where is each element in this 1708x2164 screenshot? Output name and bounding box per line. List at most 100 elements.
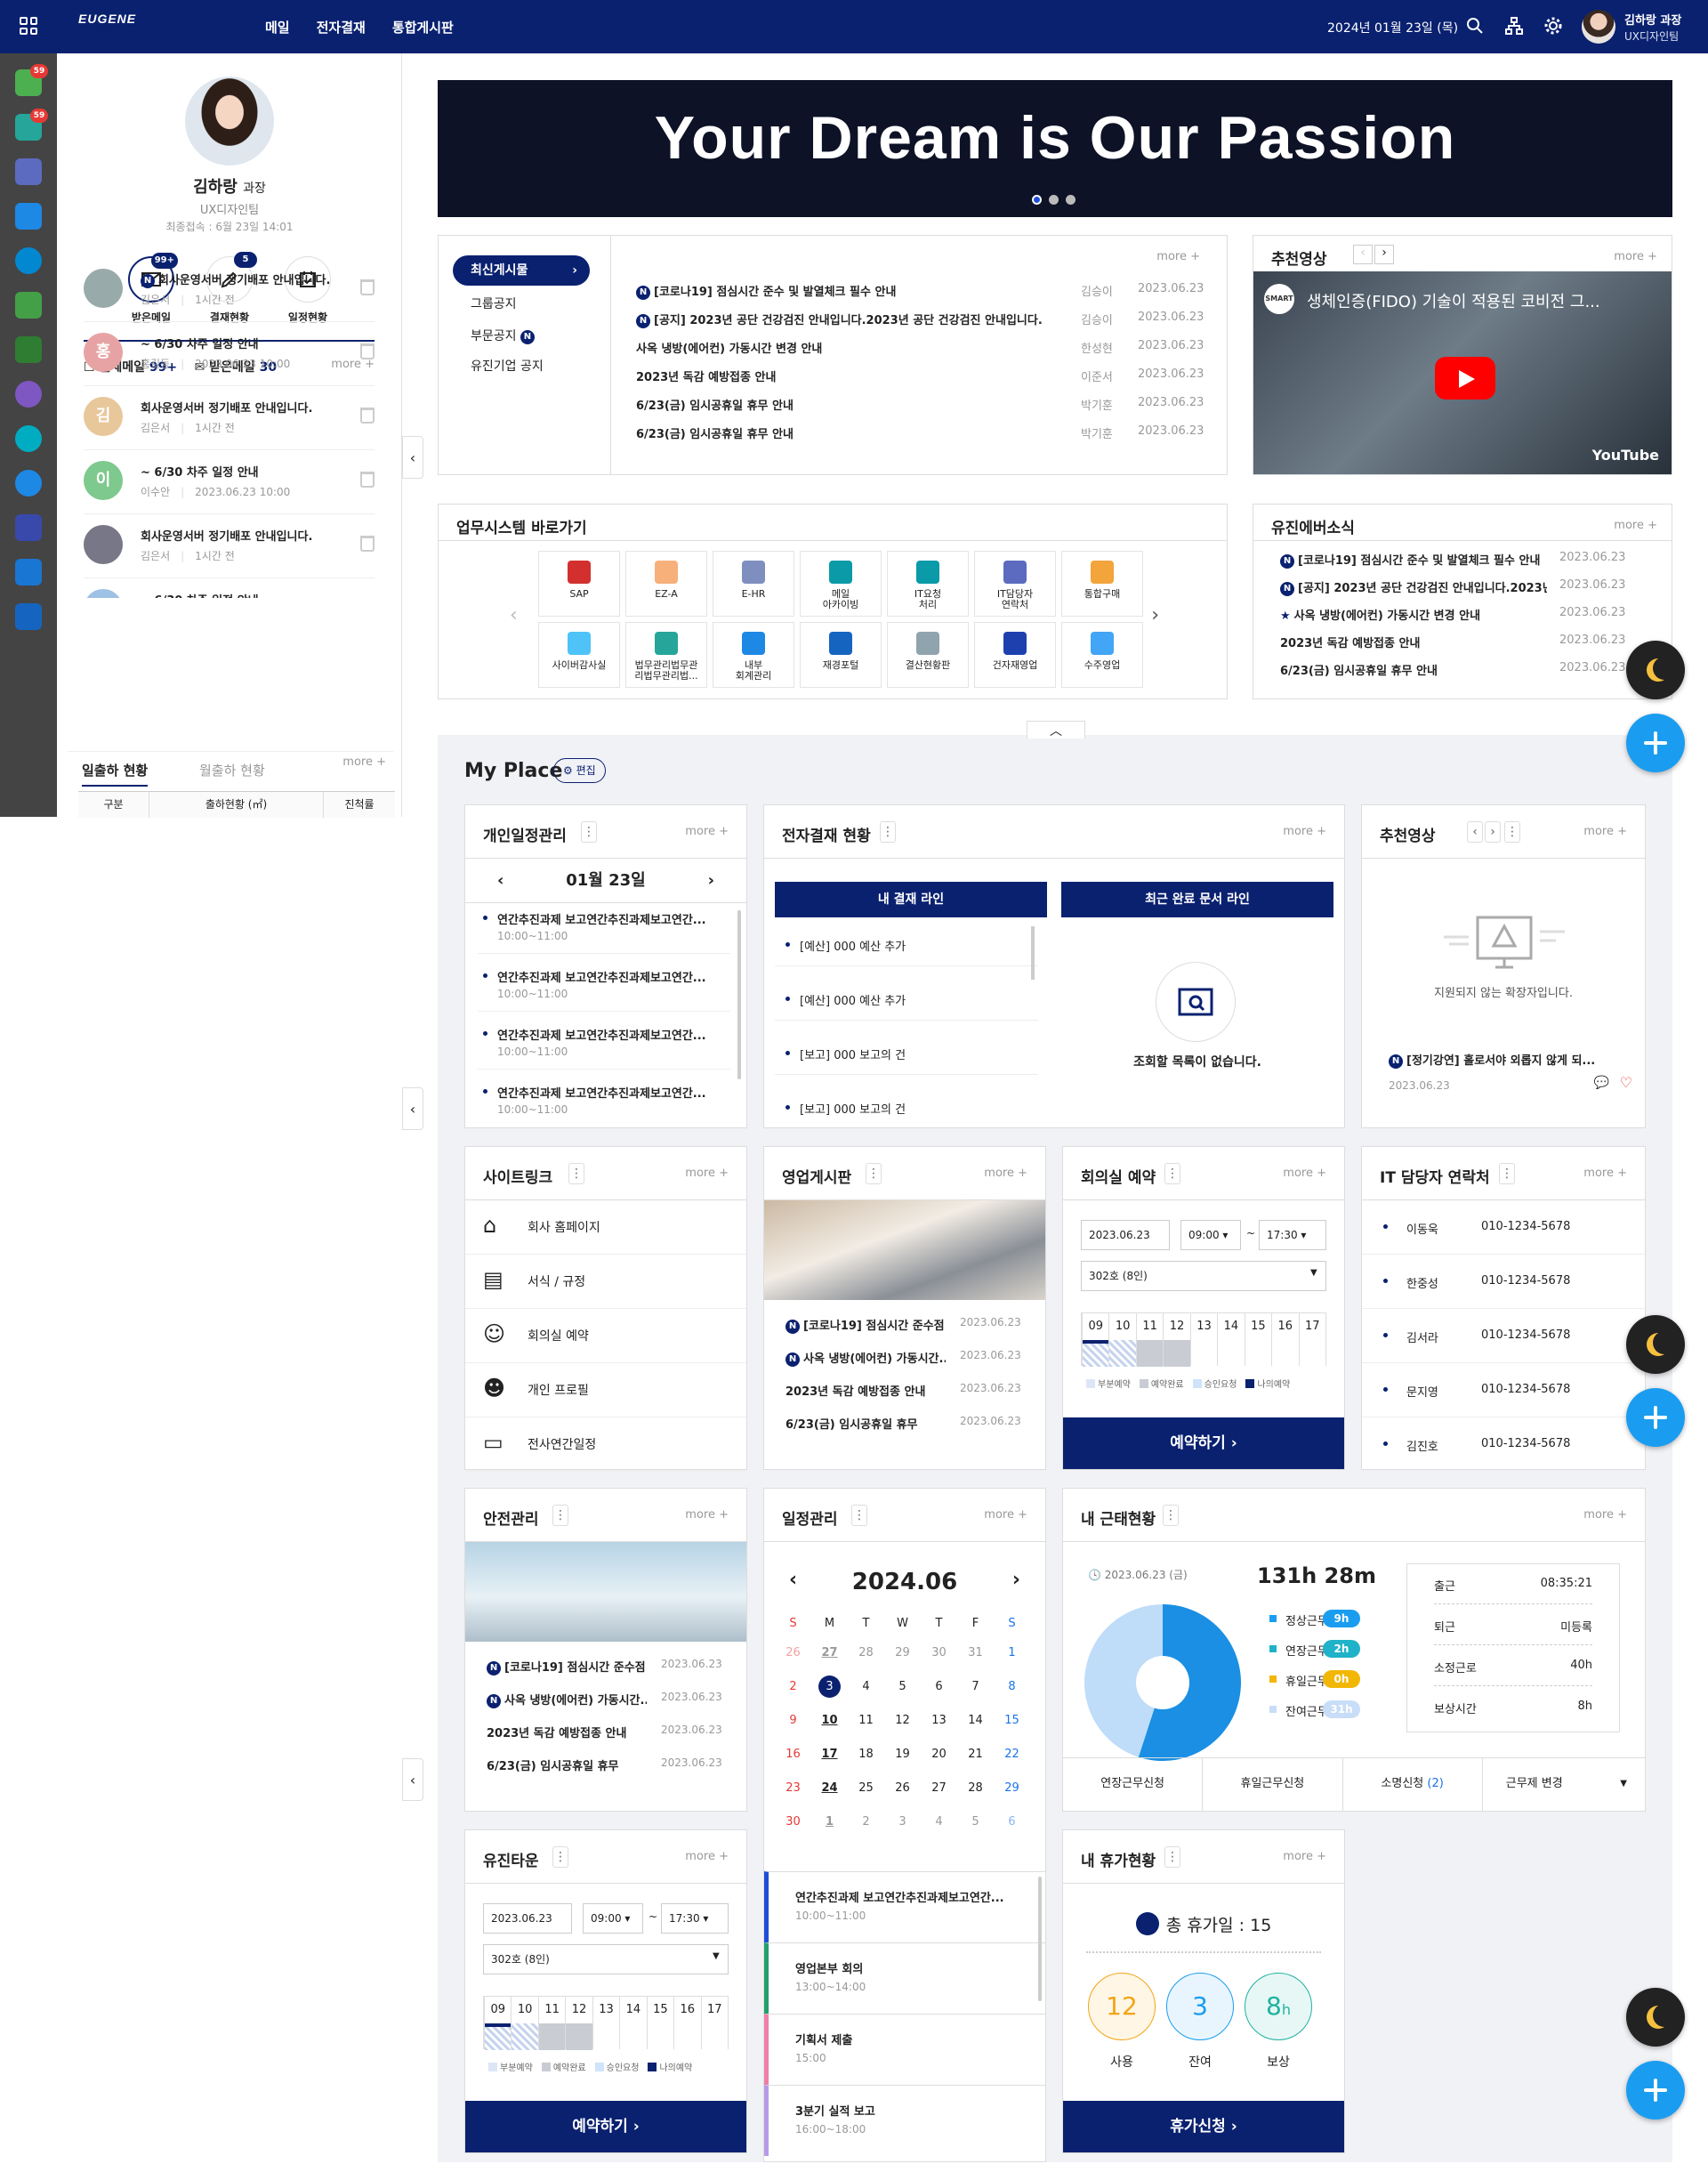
system-shortcut[interactable]: EZ-A: [625, 551, 707, 617]
card-more-link[interactable]: more +: [984, 1508, 1027, 1522]
scrollbar[interactable]: [737, 910, 741, 1079]
add-widget-button[interactable]: [1626, 2061, 1685, 2120]
calendar-day[interactable]: 28: [855, 1642, 877, 1664]
tab-recent-complete[interactable]: 최근 완료 문서 라인: [1061, 882, 1333, 917]
post-row[interactable]: 6/23(금) 임시공휴일 휴무: [487, 1756, 647, 1773]
post-row[interactable]: N 사옥 냉방(에어컨) 가동시간...: [487, 1691, 647, 1708]
calendar-day[interactable]: 6: [1001, 1811, 1023, 1833]
system-shortcut[interactable]: 법무관리법무관 리법무관리법...: [625, 622, 707, 688]
scrollbar[interactable]: [1038, 1877, 1042, 2001]
dark-mode-toggle[interactable]: [1626, 641, 1685, 699]
system-shortcut[interactable]: SAP: [538, 551, 620, 617]
news-row[interactable]: 2023년 독감 예방접종 안내: [1280, 634, 1547, 650]
hour-slot[interactable]: 13: [592, 1997, 620, 2050]
panel-collapse-button[interactable]: ‹: [402, 436, 423, 479]
system-shortcut[interactable]: 사이버감사실: [538, 622, 620, 688]
calendar-day[interactable]: 5: [891, 1675, 914, 1698]
post-row[interactable]: 2023년 독감 예방접종 안내: [786, 1382, 946, 1399]
kebab-menu-icon[interactable]: ⋮: [1499, 1163, 1515, 1184]
play-icon[interactable]: [1435, 357, 1495, 400]
calendar-day[interactable]: 12: [891, 1709, 914, 1732]
calendar-day[interactable]: 3: [891, 1811, 914, 1833]
hour-slot[interactable]: 11: [537, 1997, 566, 2050]
hour-slot[interactable]: 17: [1298, 1313, 1325, 1367]
chart-icon[interactable]: [15, 247, 42, 274]
date-input[interactable]: 2023.06.23: [483, 1903, 572, 1934]
comment-icon[interactable]: 💬: [1594, 1076, 1609, 1090]
heart-icon[interactable]: ♡: [1620, 1074, 1632, 1091]
hour-slot[interactable]: 16: [1271, 1313, 1299, 1367]
card-more-link[interactable]: more +: [984, 1167, 1027, 1180]
calendar-day[interactable]: 11: [855, 1709, 877, 1732]
hero-banner[interactable]: Your Dream is Our Passion: [438, 80, 1672, 217]
kebab-menu-icon[interactable]: ⋮: [880, 821, 896, 843]
trash-icon[interactable]: [360, 279, 375, 295]
calendar-day[interactable]: 9: [782, 1709, 804, 1732]
hour-slot[interactable]: 09: [1082, 1313, 1109, 1367]
leave-request-button[interactable]: 휴가신청 ›: [1063, 2101, 1344, 2152]
banner-dot[interactable]: [1049, 195, 1059, 205]
system-shortcut[interactable]: 결산현황판: [887, 622, 969, 688]
add-widget-button[interactable]: [1626, 714, 1685, 772]
news-row[interactable]: N [코로나19] 점심시간 준수 및 발열체크 필수 안내: [1280, 551, 1547, 569]
end-time-select[interactable]: 17:30 ▾: [661, 1903, 729, 1934]
user-avatar[interactable]: [1582, 10, 1615, 44]
contact-row[interactable]: 한중성 010-1234-5678: [1362, 1255, 1645, 1309]
calendar-day[interactable]: 20: [928, 1743, 950, 1765]
card-more-link[interactable]: more +: [685, 1850, 729, 1863]
prev-button[interactable]: ‹: [1353, 245, 1373, 264]
news-more-link[interactable]: more +: [1614, 519, 1657, 532]
calendar-day[interactable]: 29: [891, 1642, 914, 1664]
calendar-day[interactable]: 18: [855, 1743, 877, 1765]
post-row[interactable]: 6/23(금) 임시공휴일 휴무: [786, 1415, 946, 1432]
post-row[interactable]: 2023년 독감 예방접종 안내: [487, 1724, 647, 1740]
folder-icon[interactable]: [15, 559, 42, 585]
kebab-menu-icon[interactable]: ⋮: [1164, 1846, 1180, 1868]
mail-item[interactable]: N 회사운영서버 정기배포 안내입니다. 김은서 | 1시간 전: [84, 258, 375, 322]
dark-mode-toggle[interactable]: [1626, 1315, 1685, 1374]
calendar-day[interactable]: 8: [1001, 1675, 1023, 1698]
org-chart-icon[interactable]: [1503, 15, 1525, 36]
calendar-day[interactable]: 5: [964, 1811, 987, 1833]
sitelink-item[interactable]: ☻ 개인 프로필: [465, 1363, 746, 1417]
report-icon[interactable]: [15, 336, 42, 363]
system-shortcut[interactable]: IT요청 처리: [887, 551, 969, 617]
calendar-day[interactable]: 22: [1001, 1743, 1023, 1765]
approval-item[interactable]: [보고] 000 보고의 건: [800, 1100, 906, 1117]
card-more-link[interactable]: more +: [1283, 1850, 1326, 1863]
system-shortcut[interactable]: 재경포털: [800, 622, 882, 688]
kebab-menu-icon[interactable]: ⋮: [568, 1163, 584, 1184]
kebab-menu-icon[interactable]: ⋮: [866, 1163, 882, 1184]
calendar-day[interactable]: 3: [818, 1675, 841, 1698]
trash-icon[interactable]: [360, 408, 375, 424]
mail-item-partial[interactable]: ~ 6/30 차주 일정 안내: [84, 578, 375, 598]
community-icon[interactable]: [15, 381, 42, 408]
event-item[interactable]: 기획서 제출 15:00: [764, 2014, 1045, 2085]
calendar-day[interactable]: 19: [891, 1743, 914, 1765]
hour-slot[interactable]: 10: [1108, 1313, 1136, 1367]
side-collapse-button-3[interactable]: ‹: [402, 1758, 423, 1801]
end-time-select[interactable]: 17:30 ▾: [1259, 1220, 1326, 1250]
room-select[interactable]: 302호 (8인): [1081, 1261, 1326, 1291]
sitelink-item[interactable]: ▤ 서식 / 규정: [465, 1255, 746, 1309]
card-more-link[interactable]: more +: [1583, 1508, 1627, 1522]
hour-slot[interactable]: 14: [1217, 1313, 1245, 1367]
next-button[interactable]: ›: [1374, 245, 1394, 264]
calendar-day[interactable]: 25: [855, 1777, 877, 1799]
next-day-button[interactable]: ›: [708, 859, 714, 903]
company-logo[interactable]: EUGENE: [78, 12, 136, 37]
video-caption[interactable]: N [정기강연] 홀로서야 외롭지 않게 되...: [1389, 1051, 1620, 1069]
prev-button[interactable]: ‹: [1467, 821, 1483, 843]
approval-item[interactable]: [보고] 000 보고의 건: [800, 1046, 906, 1062]
card-more-link[interactable]: more +: [685, 1508, 729, 1522]
contact-row[interactable]: 김진호 010-1234-5678: [1362, 1417, 1645, 1472]
event-item[interactable]: 영업본부 회의 13:00~14:00: [764, 1942, 1045, 2014]
start-time-select[interactable]: 09:00 ▾: [583, 1903, 643, 1934]
news-row[interactable]: ★ 사옥 냉방(에어컨) 가동시간 변경 안내: [1280, 606, 1547, 623]
attendance-more-link[interactable]: more +: [342, 755, 386, 769]
card-more-link[interactable]: more +: [1283, 1167, 1326, 1180]
mail-item[interactable]: 홍 ~ 6/30 차주 일정 안내 홍길동 | 2023.06.23 10:00: [84, 322, 375, 386]
calendar-day[interactable]: 17: [818, 1743, 841, 1765]
folder-shared-icon[interactable]: [15, 603, 42, 630]
card-more-link[interactable]: more +: [685, 1167, 729, 1180]
